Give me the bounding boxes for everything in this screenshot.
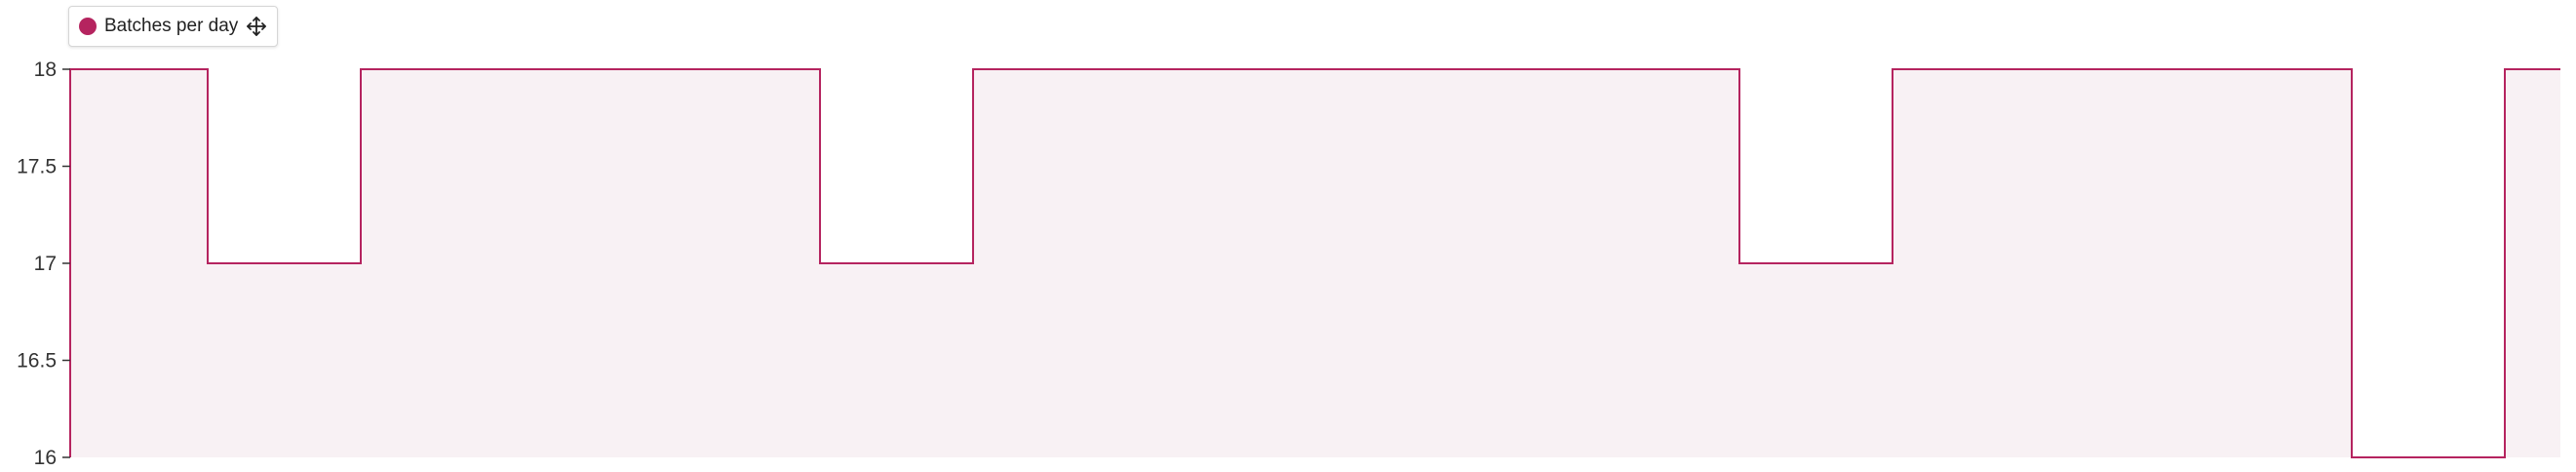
y-tick-label: 18 bbox=[34, 59, 57, 81]
legend-label: Batches per day bbox=[104, 16, 239, 36]
y-tick-label: 17.5 bbox=[17, 156, 57, 178]
y-axis: 16 16.5 17 17.5 18 bbox=[17, 59, 71, 469]
plot-area bbox=[69, 68, 2560, 458]
move-icon[interactable] bbox=[246, 16, 267, 37]
legend-swatch bbox=[79, 18, 97, 35]
chart-container: 16 16.5 17 17.5 18 Batches per day bbox=[0, 0, 2576, 472]
y-tick-label: 16 bbox=[34, 447, 57, 469]
y-tick-label: 16.5 bbox=[17, 350, 57, 373]
step-area-chart: 16 16.5 17 17.5 18 bbox=[17, 59, 2560, 469]
legend[interactable]: Batches per day bbox=[68, 6, 279, 47]
series-area bbox=[70, 69, 2560, 457]
y-tick-label: 17 bbox=[34, 253, 57, 275]
